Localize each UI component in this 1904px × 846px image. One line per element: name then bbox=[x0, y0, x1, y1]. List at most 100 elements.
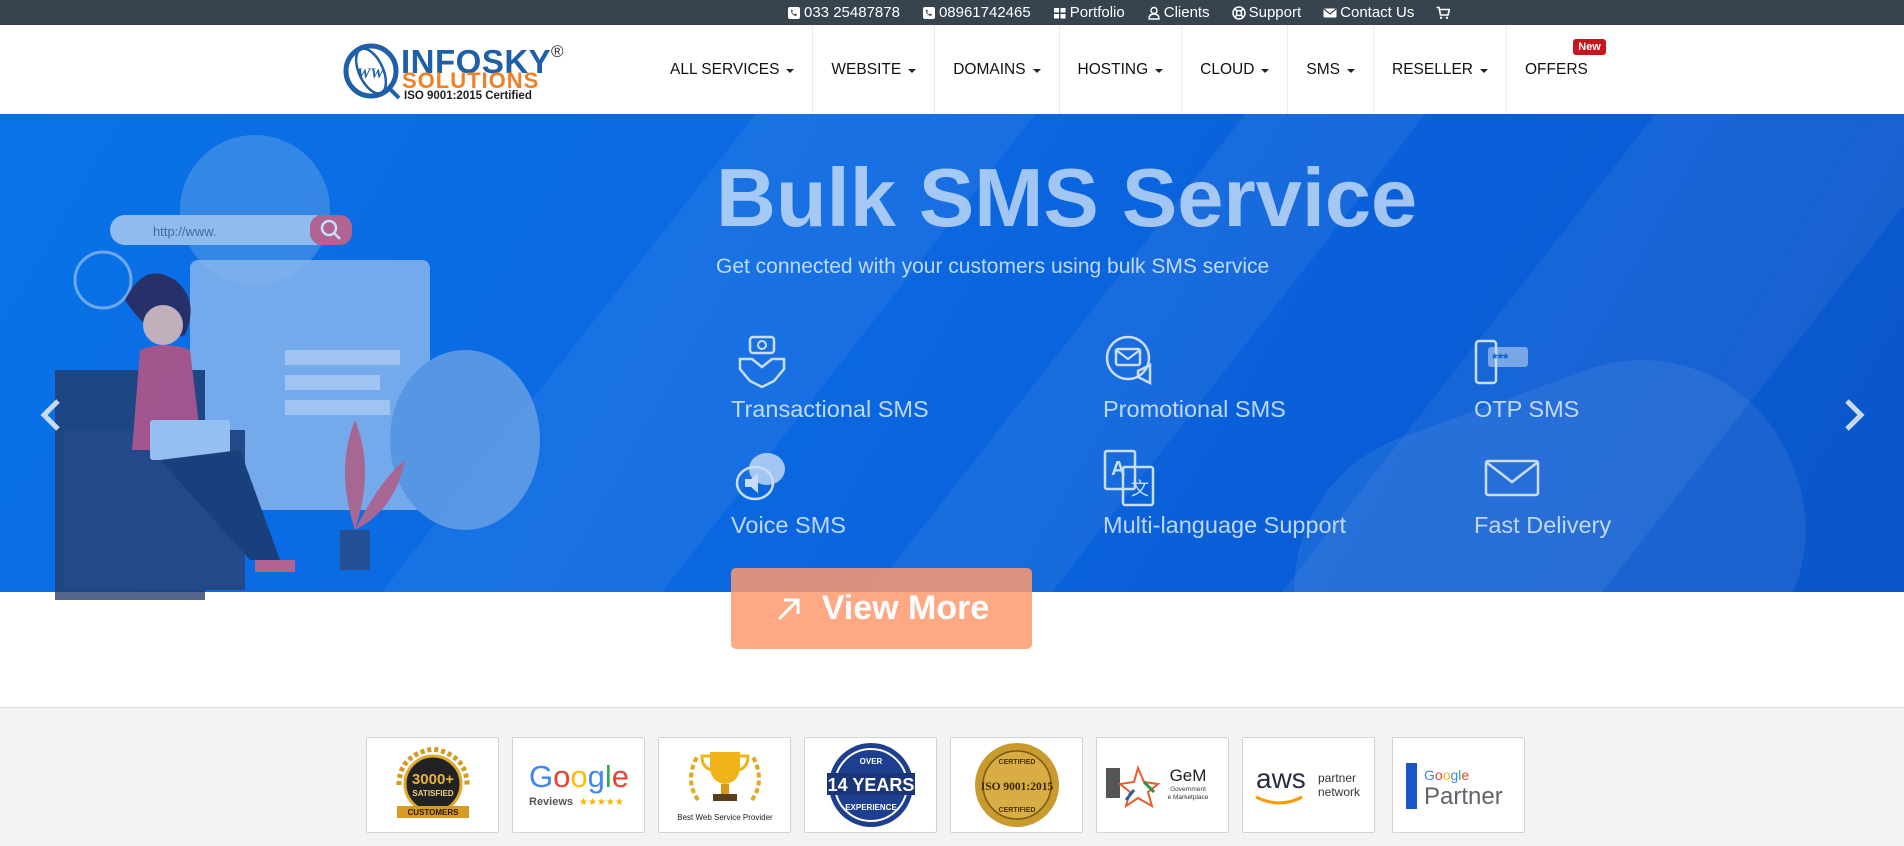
illus-url-text: http://www. bbox=[153, 224, 217, 239]
caret-down-icon bbox=[1261, 68, 1270, 73]
badge-text: ISO 9001:2015 bbox=[980, 781, 1053, 793]
phone-icon bbox=[922, 6, 935, 19]
nav-label: CLOUD bbox=[1200, 60, 1255, 78]
caret-down-icon bbox=[786, 68, 795, 73]
contact-link[interactable]: Contact Us bbox=[1323, 4, 1414, 21]
nav-label: ALL SERVICES bbox=[670, 60, 780, 78]
phone-label-2: 08961742465 bbox=[938, 4, 1031, 21]
badge-text: 3000+ bbox=[411, 771, 453, 788]
feature-voice-sms: Voice SMS bbox=[731, 449, 846, 539]
logo-registered: ® bbox=[551, 42, 564, 61]
trust-badges-strip: 3000+ SATISFIED CUSTOMERS Google Reviews… bbox=[0, 707, 1904, 846]
feature-otp-sms: *** OTP SMS bbox=[1474, 333, 1579, 423]
nav-domains[interactable]: DOMAINS bbox=[935, 25, 1060, 114]
badge-text: Best Web Service Provider bbox=[677, 813, 773, 822]
badge-text: 14 YEARS bbox=[827, 775, 914, 795]
top-bar: 033 25487878 08961742465 Portfolio Clien… bbox=[0, 0, 1904, 25]
badge-text: OVER bbox=[859, 757, 882, 766]
user-icon bbox=[1148, 6, 1160, 20]
main-nav: ALL SERVICES WEBSITE DOMAINS HOSTING CLO… bbox=[652, 25, 1606, 114]
view-more-button[interactable]: View More bbox=[731, 568, 1032, 649]
nav-reseller[interactable]: RESELLER bbox=[1374, 25, 1507, 114]
contact-label: Contact Us bbox=[1340, 4, 1415, 21]
clients-label: Clients bbox=[1163, 4, 1210, 21]
feature-label: Fast Delivery bbox=[1474, 512, 1612, 538]
envelope-icon bbox=[1484, 459, 1540, 497]
iso-seal-icon: CERTIFIED ISO 9001:2015 CERTIFIED bbox=[974, 743, 1059, 827]
feature-transactional-sms: Transactional SMS bbox=[731, 333, 929, 423]
arrow-up-right-icon bbox=[777, 598, 800, 620]
clients-link[interactable]: Clients bbox=[1147, 4, 1210, 21]
cart-icon bbox=[1436, 6, 1451, 19]
hero-subtitle: Get connected with your customers using … bbox=[716, 255, 1270, 278]
portfolio-label: Portfolio bbox=[1069, 4, 1125, 21]
envelope-icon bbox=[1323, 8, 1337, 17]
phone-link-2[interactable]: 08961742465 bbox=[922, 4, 1031, 21]
nav-all-services[interactable]: ALL SERVICES bbox=[652, 25, 814, 114]
badge-text: e Marketplace bbox=[1168, 794, 1209, 801]
feature-multi-language: A 文 Multi-language Support bbox=[1103, 449, 1346, 539]
handshake-icon bbox=[738, 335, 786, 389]
nav-label: WEBSITE bbox=[831, 60, 902, 78]
gem-badge: GeM Government e Marketplace bbox=[1096, 737, 1229, 833]
new-badge: New bbox=[1573, 39, 1606, 55]
cart-link[interactable] bbox=[1436, 6, 1453, 20]
aws-partner-badge: aws partner network bbox=[1242, 737, 1375, 833]
best-web-service-badge: Best Web Service Provider bbox=[658, 737, 791, 833]
laurel-badge-icon: 3000+ SATISFIED CUSTOMERS bbox=[396, 746, 469, 818]
envelope-megaphone-icon bbox=[1105, 335, 1152, 386]
hero-title: Bulk SMS Service bbox=[716, 151, 1418, 244]
badge-text: CUSTOMERS bbox=[407, 808, 459, 817]
phone-password-icon: *** bbox=[1474, 339, 1528, 385]
svg-text:WW: WW bbox=[357, 66, 385, 82]
satisfied-customers-badge: 3000+ SATISFIED CUSTOMERS bbox=[366, 737, 499, 833]
support-link[interactable]: Support bbox=[1231, 4, 1302, 21]
portfolio-link[interactable]: Portfolio bbox=[1053, 4, 1125, 21]
feature-label: Transactional SMS bbox=[731, 396, 929, 422]
caret-down-icon bbox=[1155, 68, 1164, 73]
nav-sms[interactable]: SMS bbox=[1288, 25, 1375, 114]
nav-offers[interactable]: OFFERS New bbox=[1507, 25, 1606, 114]
google-reviews-logo: Google Reviews ★★★★★ bbox=[528, 759, 628, 808]
badge-text: Google bbox=[1424, 767, 1469, 783]
iso-certified-badge: CERTIFIED ISO 9001:2015 CERTIFIED bbox=[950, 737, 1083, 833]
nav-label: RESELLER bbox=[1392, 60, 1473, 78]
nav-cloud[interactable]: CLOUD bbox=[1182, 25, 1289, 114]
years-experience-badge: OVER 14 YEARS EXPERIENCE bbox=[804, 737, 937, 833]
google-partner-logo: Google Partner bbox=[1406, 763, 1503, 810]
experience-seal-icon: OVER 14 YEARS EXPERIENCE bbox=[826, 743, 915, 827]
aws-partner-logo: aws partner network bbox=[1255, 763, 1361, 805]
badge-text: aws bbox=[1256, 763, 1306, 794]
google-partner-badge: Google Partner bbox=[1392, 737, 1525, 833]
logo-globe-icon: WW bbox=[343, 43, 401, 100]
nav-label: HOSTING bbox=[1077, 60, 1149, 78]
feature-label: OTP SMS bbox=[1474, 396, 1580, 422]
feature-promotional-sms: Promotional SMS bbox=[1103, 333, 1286, 423]
feature-label: Promotional SMS bbox=[1103, 396, 1286, 422]
google-reviews-badge: Google Reviews ★★★★★ bbox=[512, 737, 645, 833]
badge-text: GeM bbox=[1170, 766, 1207, 785]
caret-down-icon bbox=[1032, 68, 1041, 73]
badge-text: Government bbox=[1170, 786, 1206, 793]
view-more-label: View More bbox=[821, 589, 990, 627]
caret-down-icon bbox=[908, 68, 917, 73]
trophy-icon: Best Web Service Provider bbox=[677, 752, 773, 822]
badge-text: CERTIFIED bbox=[998, 759, 1035, 766]
svg-text:A: A bbox=[1111, 458, 1125, 480]
support-label: Support bbox=[1248, 4, 1302, 21]
feature-label: Voice SMS bbox=[731, 512, 846, 538]
woman-laptop-illustration: http://www. bbox=[55, 135, 540, 600]
nav-hosting[interactable]: HOSTING bbox=[1060, 25, 1183, 114]
lifebuoy-icon bbox=[1231, 5, 1246, 20]
gem-logo: GeM Government e Marketplace bbox=[1106, 765, 1209, 809]
nav-website[interactable]: WEBSITE bbox=[813, 25, 936, 114]
phone-label-1: 033 25487878 bbox=[804, 4, 900, 21]
badge-text: Partner bbox=[1424, 783, 1503, 810]
carousel-prev-arrow-icon[interactable] bbox=[36, 395, 66, 435]
top-links: 033 25487878 08961742465 Portfolio Clien… bbox=[787, 0, 1475, 25]
carousel-next-arrow-icon[interactable] bbox=[1839, 395, 1869, 435]
nav-label: SMS bbox=[1306, 60, 1341, 78]
translate-icon: A 文 bbox=[1103, 449, 1155, 507]
svg-text:文: 文 bbox=[1131, 479, 1149, 499]
phone-link-1[interactable]: 033 25487878 bbox=[787, 4, 900, 21]
